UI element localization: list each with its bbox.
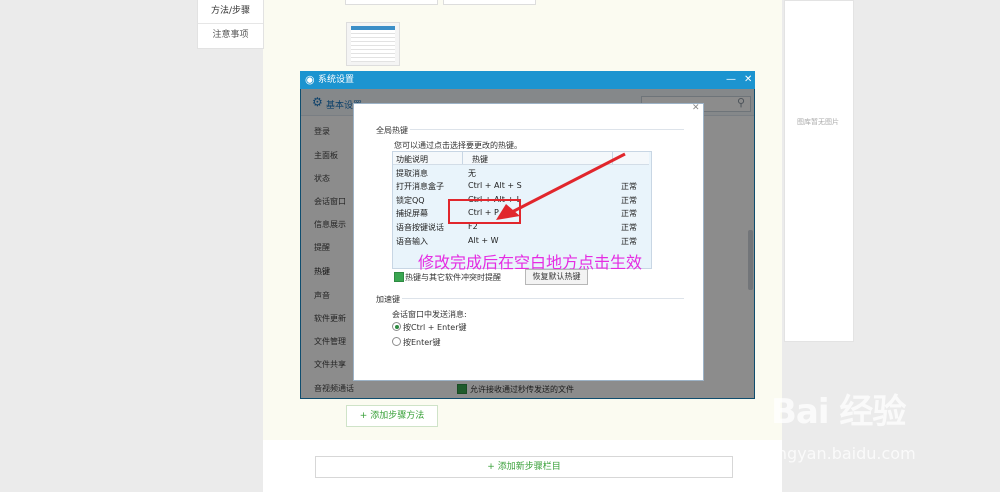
qq-logo-icon: ◉ <box>305 73 315 86</box>
accelerator-heading: 加速键 <box>376 295 400 304</box>
page-left-gutter <box>0 0 197 492</box>
hotkey-value[interactable]: 无 <box>468 168 476 179</box>
image-slot[interactable] <box>443 0 536 5</box>
article-nav: 方法/步骤 注意事项 <box>197 0 264 49</box>
minimize-icon[interactable]: — <box>726 72 736 88</box>
settings-window-titlebar <box>300 71 755 89</box>
watermark-url: jingyan.baidu.com <box>768 444 916 463</box>
image-slot[interactable] <box>345 0 438 5</box>
column-header-hotkey: 热键 <box>472 155 488 164</box>
column-header-function: 功能说明 <box>396 155 428 164</box>
nav-item-steps[interactable]: 方法/步骤 <box>198 0 263 24</box>
settings-window-title: 系统设置 <box>318 75 355 85</box>
nav-item-notes[interactable]: 注意事项 <box>198 24 263 47</box>
send-enter-label[interactable]: 按Enter键 <box>403 337 440 348</box>
hotkey-status: 正常 <box>621 237 637 246</box>
gallery-panel <box>784 0 854 342</box>
gallery-empty-text: 图库暂无图片 <box>797 118 839 126</box>
hotkey-name[interactable]: 打开消息盒子 <box>396 181 444 192</box>
hotkey-name[interactable]: 提取消息 <box>396 168 428 179</box>
add-section-button[interactable]: + 添加新步骤栏目 <box>315 456 733 478</box>
conflict-reminder-label: 热键与其它软件冲突时提醒 <box>405 273 501 282</box>
step-thumbnail[interactable] <box>346 22 400 66</box>
send-enter-radio[interactable] <box>392 337 401 346</box>
restore-default-hotkeys-button[interactable]: 恢复默认热键 <box>525 269 588 285</box>
global-hotkeys-heading: 全局热键 <box>376 126 408 135</box>
hotkey-name[interactable]: 语音按键说话 <box>396 222 444 233</box>
send-ctrl-enter-radio[interactable] <box>392 322 401 331</box>
hotkey-value[interactable]: Alt + W <box>468 236 499 245</box>
baidu-jingyan-watermark: Bai 经验 <box>771 392 906 432</box>
annotation-arrow <box>496 152 626 220</box>
hotkey-name[interactable]: 捕捉屏幕 <box>396 208 428 219</box>
add-step-button[interactable]: + 添加步骤方法 <box>346 405 438 427</box>
close-icon[interactable]: ✕ <box>744 72 752 88</box>
column-separator <box>462 152 463 164</box>
hotkey-name[interactable]: 锁定QQ <box>396 195 425 206</box>
divider <box>402 298 684 299</box>
accelerator-description: 会话窗口中发送消息: <box>392 310 467 319</box>
send-ctrl-enter-label[interactable]: 按Ctrl + Enter键 <box>403 322 467 333</box>
divider <box>410 129 684 130</box>
dialog-close-icon[interactable]: ✕ <box>692 103 700 113</box>
conflict-reminder-checkbox[interactable] <box>394 272 404 282</box>
hotkey-name[interactable]: 语音输入 <box>396 236 428 247</box>
